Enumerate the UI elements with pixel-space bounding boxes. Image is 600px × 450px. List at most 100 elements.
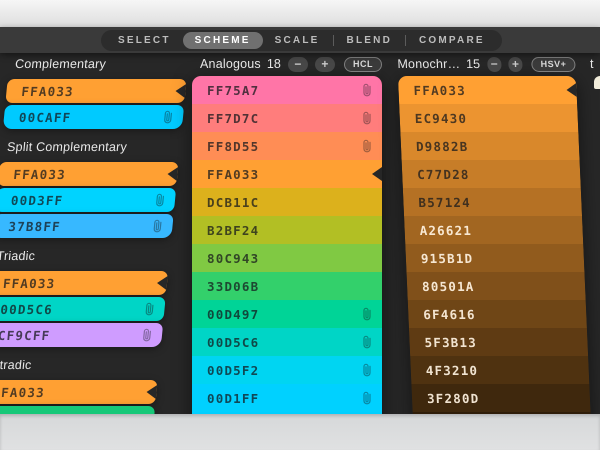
- color-swatch[interactable]: 00D5C6: [0, 297, 166, 321]
- selected-notch: [175, 84, 186, 98]
- paperclip-icon[interactable]: [359, 334, 376, 351]
- decrease-count-button[interactable]: −: [288, 57, 308, 72]
- scheme-group: Split Complementary FFA033 00D3FF 37B8FF: [0, 138, 181, 238]
- swatch-hex-label: 5F3B13: [409, 335, 477, 350]
- color-swatch[interactable]: 00D497: [192, 300, 382, 328]
- mode-nav: SELECTSCHEMESCALEBLENDCOMPARE: [101, 30, 502, 51]
- paperclip-icon[interactable]: [359, 110, 376, 127]
- scheme-group-title: Split Complementary: [6, 138, 181, 156]
- analogous-column: Analogous 18 − + HCL FF75A7 FF7D7C FF8D5…: [192, 55, 382, 440]
- paperclip-icon[interactable]: [359, 138, 376, 155]
- color-swatch[interactable]: 3F280D: [411, 384, 590, 412]
- toolbar: SELECTSCHEMESCALEBLENDCOMPARE: [0, 27, 600, 53]
- swatch-hex-label: 4F3210: [410, 363, 478, 378]
- color-mode-button[interactable]: HCL: [344, 57, 382, 72]
- swatch-hex-label: FFA033: [0, 385, 46, 400]
- increase-count-button[interactable]: +: [508, 57, 523, 72]
- swatch-hex-label: D9882B: [401, 139, 469, 154]
- color-swatch[interactable]: FFA033: [192, 160, 382, 188]
- color-swatch[interactable]: FFA033: [0, 162, 179, 186]
- swatch-stack: FFA033 EC9430 D9882B C77D28 B57124 A2662…: [398, 76, 592, 440]
- swatch-hex-label: 00D3FF: [0, 193, 64, 208]
- swatch-hex-label: 00D497: [192, 307, 259, 322]
- selected-notch: [167, 167, 178, 181]
- color-swatch[interactable]: 00D5F2: [192, 356, 382, 384]
- color-swatch[interactable]: B57124: [403, 188, 582, 216]
- color-swatch[interactable]: 37B8FF: [0, 214, 174, 238]
- swatch-hex-label: 6F4616: [408, 307, 476, 322]
- color-swatch[interactable]: 80501A: [406, 272, 585, 300]
- color-swatch[interactable]: FFA033: [5, 79, 186, 103]
- scheme-group: Triadic FFA033 00D5C6 CF9CFF: [0, 247, 171, 347]
- color-swatch[interactable]: 915B1D: [405, 244, 584, 272]
- color-swatch[interactable]: 00CAFF: [3, 105, 184, 129]
- color-swatch[interactable]: FFA033: [398, 76, 577, 104]
- tab-select[interactable]: SELECT: [106, 32, 183, 49]
- color-swatch[interactable]: 00D1FF: [192, 384, 382, 412]
- paperclip-icon[interactable]: [152, 192, 169, 209]
- color-swatch[interactable]: EC9430: [399, 104, 578, 132]
- color-swatch[interactable]: FF75A7: [192, 76, 382, 104]
- tab-compare[interactable]: COMPARE: [407, 32, 497, 49]
- color-mode-button[interactable]: HSV+: [531, 57, 575, 72]
- paperclip-icon[interactable]: [141, 301, 158, 318]
- swatch-hex-label: 3F280D: [412, 391, 480, 406]
- swatch-hex-label: A26621: [404, 223, 472, 238]
- swatch-hex-label: 00CAFF: [3, 110, 72, 125]
- swatch-hex-label: 915B1D: [406, 251, 474, 266]
- increase-count-button[interactable]: +: [315, 57, 335, 72]
- swatch-hex-label: 33D06B: [192, 279, 259, 294]
- swatch-hex-label: B2BF24: [192, 223, 259, 238]
- next-column-swatch-sliver[interactable]: [594, 76, 600, 89]
- swatch-hex-label: FFA033: [192, 167, 259, 182]
- color-swatch[interactable]: A26621: [404, 216, 583, 244]
- color-swatch[interactable]: 80C943: [192, 244, 382, 272]
- swatch-hex-label: 00D1FF: [192, 391, 259, 406]
- swatch-hex-label: FFA033: [6, 84, 75, 99]
- selected-notch: [156, 276, 167, 290]
- color-swatch[interactable]: D9882B: [400, 132, 579, 160]
- tab-scheme[interactable]: SCHEME: [183, 32, 263, 49]
- selected-notch: [146, 385, 157, 399]
- swatch-hex-label: 80501A: [407, 279, 475, 294]
- color-swatch[interactable]: DCB11C: [192, 188, 382, 216]
- scheme-group-title: Triadic: [0, 247, 171, 265]
- color-swatch[interactable]: CF9CFF: [0, 323, 163, 347]
- paperclip-icon[interactable]: [359, 82, 376, 99]
- selected-notch: [372, 167, 382, 181]
- color-swatch[interactable]: 33D06B: [192, 272, 382, 300]
- selected-notch: [566, 83, 577, 97]
- desktop-top-strip: [0, 0, 600, 27]
- swatch-hex-label: FF75A7: [192, 83, 259, 98]
- color-swatch[interactable]: 00D5C6: [192, 328, 382, 356]
- swatch-hex-label: 00D5C6: [192, 335, 259, 350]
- color-swatch[interactable]: 5F3B13: [409, 328, 588, 356]
- color-swatch[interactable]: B2BF24: [192, 216, 382, 244]
- swatch-hex-label: FF7D7C: [192, 111, 259, 126]
- color-swatch[interactable]: 00D3FF: [0, 188, 176, 212]
- swatch-hex-label: 80C943: [192, 251, 259, 266]
- color-swatch[interactable]: FF8D55: [192, 132, 382, 160]
- color-swatch[interactable]: FF7D7C: [192, 104, 382, 132]
- paperclip-icon[interactable]: [149, 218, 166, 235]
- paperclip-icon[interactable]: [359, 390, 376, 407]
- paperclip-icon[interactable]: [139, 327, 156, 344]
- paperclip-icon[interactable]: [160, 109, 177, 126]
- color-swatch[interactable]: FFA033: [0, 380, 158, 404]
- decrease-count-button[interactable]: −: [487, 57, 502, 72]
- scheme-group-title: Complementary: [14, 55, 189, 73]
- scheme-group-title: Tetradic: [0, 356, 160, 374]
- paperclip-icon[interactable]: [359, 362, 376, 379]
- swatch-hex-label: FFA033: [398, 83, 466, 98]
- color-swatch[interactable]: 6F4616: [408, 300, 587, 328]
- tab-scale[interactable]: SCALE: [263, 32, 332, 49]
- color-swatch[interactable]: 4F3210: [410, 356, 589, 384]
- tab-blend[interactable]: BLEND: [335, 32, 404, 49]
- color-swatch[interactable]: C77D28: [402, 160, 581, 188]
- swatch-stack: FF75A7 FF7D7C FF8D55 FFA033 DCB11C B2BF2…: [192, 76, 382, 440]
- color-swatch[interactable]: FFA033: [0, 271, 168, 295]
- paperclip-icon[interactable]: [359, 306, 376, 323]
- column-header: Monochr… 15 − + HSV+: [397, 55, 576, 73]
- swatch-hex-label: FFA033: [0, 276, 56, 291]
- nav-divider: [333, 35, 334, 46]
